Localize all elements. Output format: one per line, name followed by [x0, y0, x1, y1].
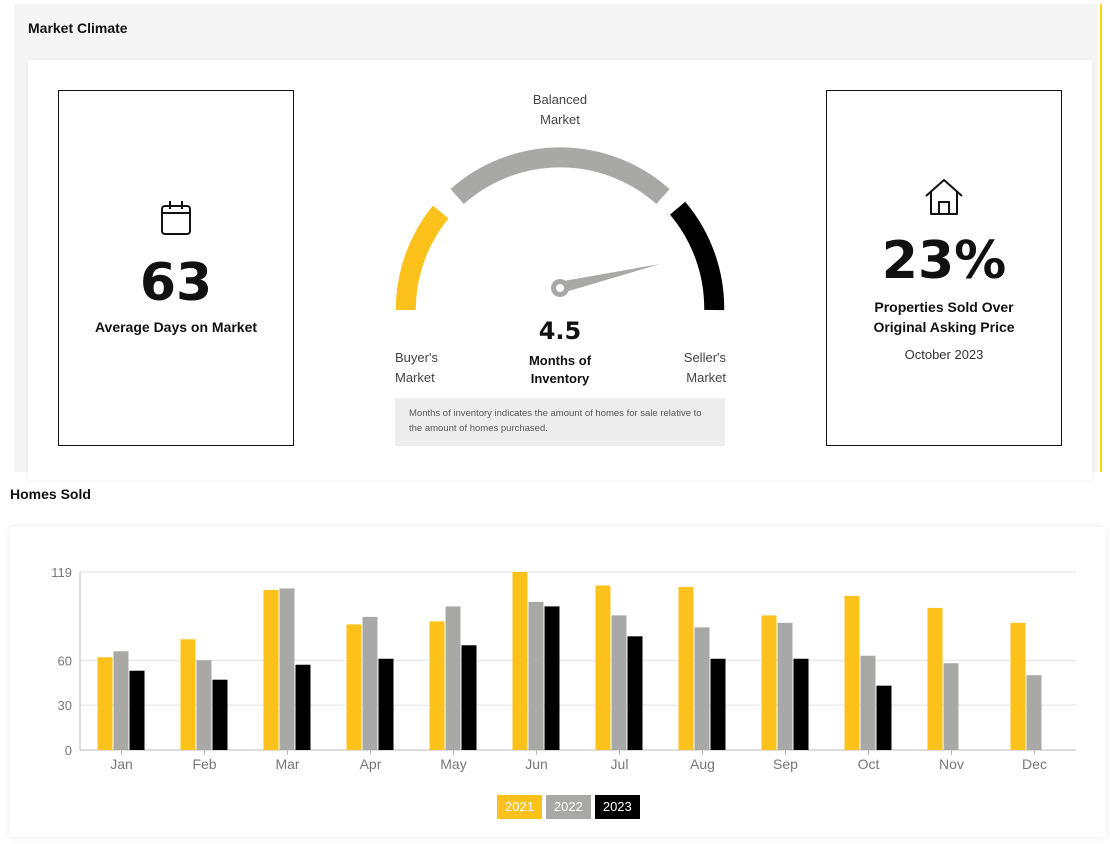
sold-over-asking-value: 23%: [881, 231, 1007, 291]
days-on-market-label: Average Days on Market: [94, 319, 258, 335]
sold-over-asking-label: Properties Sold Over Original Asking Pri…: [873, 299, 1015, 335]
legend-item-2021[interactable]: 2021: [497, 795, 542, 819]
sold-over-asking-date: October 2023: [904, 347, 984, 362]
sold-over-asking-card: 23% Properties Sold Over Original Asking…: [826, 90, 1062, 446]
months-of-inventory-value: 4.5: [538, 317, 582, 345]
accent-rule: [1100, 4, 1102, 472]
days-on-market-value: 63: [139, 253, 213, 313]
homes-sold-title: Homes Sold: [10, 486, 91, 502]
buyers-market-label: Buyer's Market: [395, 350, 438, 385]
inventory-note: Months of inventory indicates the amount…: [395, 398, 725, 446]
days-on-market-card: 63 Average Days on Market: [58, 90, 294, 446]
legend-item-2023[interactable]: 2023: [594, 795, 640, 819]
market-climate-title: Market Climate: [28, 20, 128, 36]
sellers-market-label: Seller's Market: [683, 350, 726, 385]
gauge-needle: [551, 264, 660, 297]
gauge-buyers-arc: [395, 205, 449, 311]
legend-item-2022[interactable]: 2022: [545, 795, 591, 819]
gauge-sellers-arc: [669, 201, 725, 311]
chart-legend: 2021 2022 2023: [497, 795, 640, 819]
calendar-icon: [159, 199, 193, 242]
homes-sold-card: [10, 527, 1106, 837]
balanced-market-label: Balanced Market: [532, 92, 588, 127]
months-of-inventory-label: Months of Inventory: [528, 353, 592, 386]
gauge-balanced-arc: [450, 147, 670, 205]
inventory-gauge: Balanced Market Buyer's Market Seller's …: [380, 90, 740, 450]
home-icon: [922, 177, 966, 222]
